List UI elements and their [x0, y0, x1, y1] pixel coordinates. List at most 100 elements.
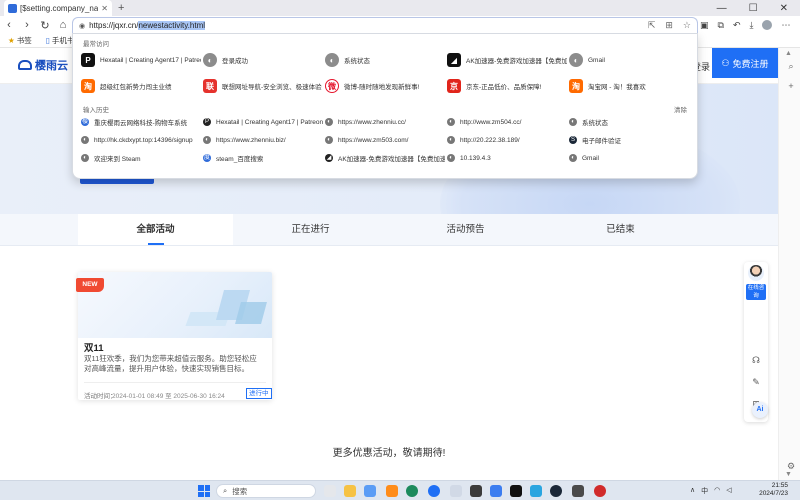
scroll-down-icon[interactable]: ▼	[785, 471, 792, 478]
app-icon[interactable]	[364, 485, 376, 497]
history-item[interactable]: ◐ http://hk.ckdxypt.top:14396/signup	[81, 134, 201, 146]
most-visited-label: 联想网址导航-安全浏览、极速体验	[222, 84, 322, 91]
task-view-icon[interactable]	[324, 485, 336, 497]
history-item[interactable]: ◐ http://www.zm504.cc/	[447, 116, 567, 128]
more-menu-icon[interactable]: ⋯	[781, 20, 790, 31]
most-visited-item[interactable]: P Hexatail | Creating Agent17 | Patreon	[81, 52, 201, 68]
edge-icon[interactable]	[406, 485, 418, 497]
refresh-icon[interactable]: ↻	[36, 19, 54, 32]
undo-icon[interactable]: ↶	[733, 20, 741, 31]
search-icon: ⌕	[223, 486, 228, 495]
most-visited-item[interactable]: ◐ Gmail	[569, 52, 689, 68]
app-icon[interactable]	[594, 485, 606, 497]
tab-ended[interactable]: 已结束	[543, 214, 698, 245]
card-time-range: 2024-01-01 08:49 至 2025-06-30 16:24	[112, 393, 225, 400]
most-visited-item[interactable]: 淘淘宝网 - 淘！我喜欢	[569, 78, 689, 94]
browser-icon[interactable]	[428, 485, 440, 497]
most-visited-item[interactable]: 京京东-正品低价、品质保障!	[447, 78, 567, 94]
most-visited-label: 登录成功	[222, 58, 248, 65]
history-item[interactable]: 樱重庆樱雨云网络科技-购物车系统	[81, 116, 201, 128]
file-explorer-icon[interactable]	[344, 485, 356, 497]
activity-card[interactable]	[78, 272, 272, 400]
history-item[interactable]: ◐ https://www.zm503.com/	[325, 134, 445, 146]
history-item[interactable]: ◐ 系统状态	[569, 116, 689, 128]
extensions-icon[interactable]: ⧉	[718, 20, 724, 31]
address-bar[interactable]: ◉ https://jqxr.cn/newestactivity.html ⇱ …	[72, 17, 698, 33]
tab-ongoing[interactable]: 正在进行	[233, 214, 388, 245]
history-item[interactable]: ◐ https://www.zhenniu.biz/	[203, 134, 323, 146]
collections-icon[interactable]: ▣	[700, 20, 709, 31]
most-visited-item[interactable]: 淘超级红包新势力闯主业绩	[81, 78, 201, 94]
grid-icon[interactable]: ⊞	[665, 20, 673, 31]
app-icon[interactable]	[450, 485, 462, 497]
history-item[interactable]: ◐ https://www.zhenniu.cc/	[325, 116, 445, 128]
new-tab-button[interactable]: +	[118, 2, 124, 14]
wifi-icon[interactable]: ◠	[714, 486, 720, 496]
most-visited-label: 微博-随时随地发现新鲜事!	[344, 84, 420, 91]
app-icon[interactable]	[572, 485, 584, 497]
terminal-icon[interactable]	[510, 485, 522, 497]
volume-icon[interactable]: ◁	[726, 486, 731, 496]
history-item[interactable]: ◢ AK加速器-免费游戏加速器【免费加速】	[325, 152, 445, 164]
back-icon[interactable]: ‹	[0, 19, 18, 31]
close-tab-icon[interactable]: ✕	[101, 4, 108, 13]
clock[interactable]: 21:55 2024/7/23	[752, 482, 788, 498]
most-visited-item[interactable]: ◐ 登录成功	[203, 52, 323, 68]
register-button[interactable]: ⚇ 免费注册	[712, 48, 778, 78]
most-visited-item[interactable]: 联联想网址导航-安全浏览、极速体验	[203, 78, 323, 94]
ai-assistant-button[interactable]: Ai	[752, 402, 768, 418]
card-title[interactable]: 双11	[84, 340, 104, 354]
windows-start-icon[interactable]	[198, 485, 210, 497]
taskbar-search[interactable]: ⌕ 搜索	[216, 484, 316, 498]
history-label: Hexatail | Creating Agent17 | Patreon	[216, 118, 323, 126]
scroll-up-icon[interactable]: ▲	[785, 50, 792, 57]
steam-icon[interactable]	[550, 485, 562, 497]
tab-all[interactable]: 全部活动	[78, 214, 233, 245]
app-icon[interactable]	[490, 485, 502, 497]
home-icon[interactable]: ⌂	[54, 19, 72, 31]
sidebar-add-icon[interactable]: +	[785, 80, 797, 92]
most-visited-item[interactable]: ◐ 系统状态	[325, 52, 445, 68]
close-window-icon[interactable]: ✕	[780, 3, 788, 14]
browser-tab[interactable]: [$setting.company_name]最新 ✕	[4, 0, 112, 16]
user-icon: ⚇	[721, 57, 730, 68]
most-visited-label: 淘宝网 - 淘！我喜欢	[588, 84, 646, 91]
favorite-star-icon[interactable]: ☆	[683, 20, 691, 31]
history-item[interactable]: ◐ Gmail	[569, 152, 689, 164]
history-item[interactable]: 度 steam_百度搜索	[203, 152, 323, 164]
logo-text: 樱雨云	[35, 60, 68, 72]
clear-history-button[interactable]: 清除	[674, 104, 687, 114]
clock-date: 2024/7/23	[759, 490, 788, 497]
maximize-icon[interactable]: ☐	[749, 3, 758, 14]
history-item[interactable]: P Hexatail | Creating Agent17 | Patreon	[203, 116, 323, 128]
minimize-icon[interactable]: —	[717, 3, 727, 14]
forward-icon[interactable]: ›	[18, 19, 36, 31]
headset-icon[interactable]: ☊	[750, 354, 762, 366]
history-item[interactable]: S 电子邮件验证	[569, 134, 689, 146]
tab-upcoming[interactable]: 活动预告	[388, 214, 543, 245]
app-icon[interactable]	[386, 485, 398, 497]
history-label: https://www.zm503.com/	[338, 136, 409, 144]
app-icon[interactable]	[470, 485, 482, 497]
download-icon[interactable]: ⤓	[750, 20, 754, 31]
tray-chevron-icon[interactable]: ∧	[690, 486, 695, 496]
site-info-icon[interactable]: ◉	[79, 22, 85, 30]
bookmark-item[interactable]: ★ 书签	[8, 35, 32, 46]
sidebar-search-icon[interactable]: ⌕	[785, 60, 797, 72]
share-icon[interactable]: ⇱	[648, 20, 656, 31]
most-visited-item[interactable]: 微微博-随时随地发现新鲜事!	[325, 78, 445, 94]
profile-avatar[interactable]	[762, 20, 773, 30]
history-item[interactable]: ◐ 10.139.4.3	[447, 152, 567, 164]
support-avatar[interactable]	[748, 265, 764, 281]
sidebar-settings-icon[interactable]: ⚙	[785, 460, 797, 472]
ime-icon[interactable]: 中	[701, 486, 708, 496]
history-label: 10.139.4.3	[460, 154, 491, 162]
most-visited-item[interactable]: ◢ AK加速器-免费游戏加速器【免费加速】	[447, 52, 567, 68]
online-chat-button[interactable]: 在线咨询	[746, 284, 766, 300]
tab-title: [$setting.company_name]最新	[20, 3, 99, 13]
site-logo[interactable]: 樱雨云	[18, 57, 68, 73]
history-item[interactable]: ◐ http://20.222.38.189/	[447, 134, 567, 146]
edit-icon[interactable]: ✎	[750, 376, 762, 388]
app-icon[interactable]	[530, 485, 542, 497]
history-item[interactable]: ◐ 欢迎来到 Steam	[81, 152, 201, 164]
